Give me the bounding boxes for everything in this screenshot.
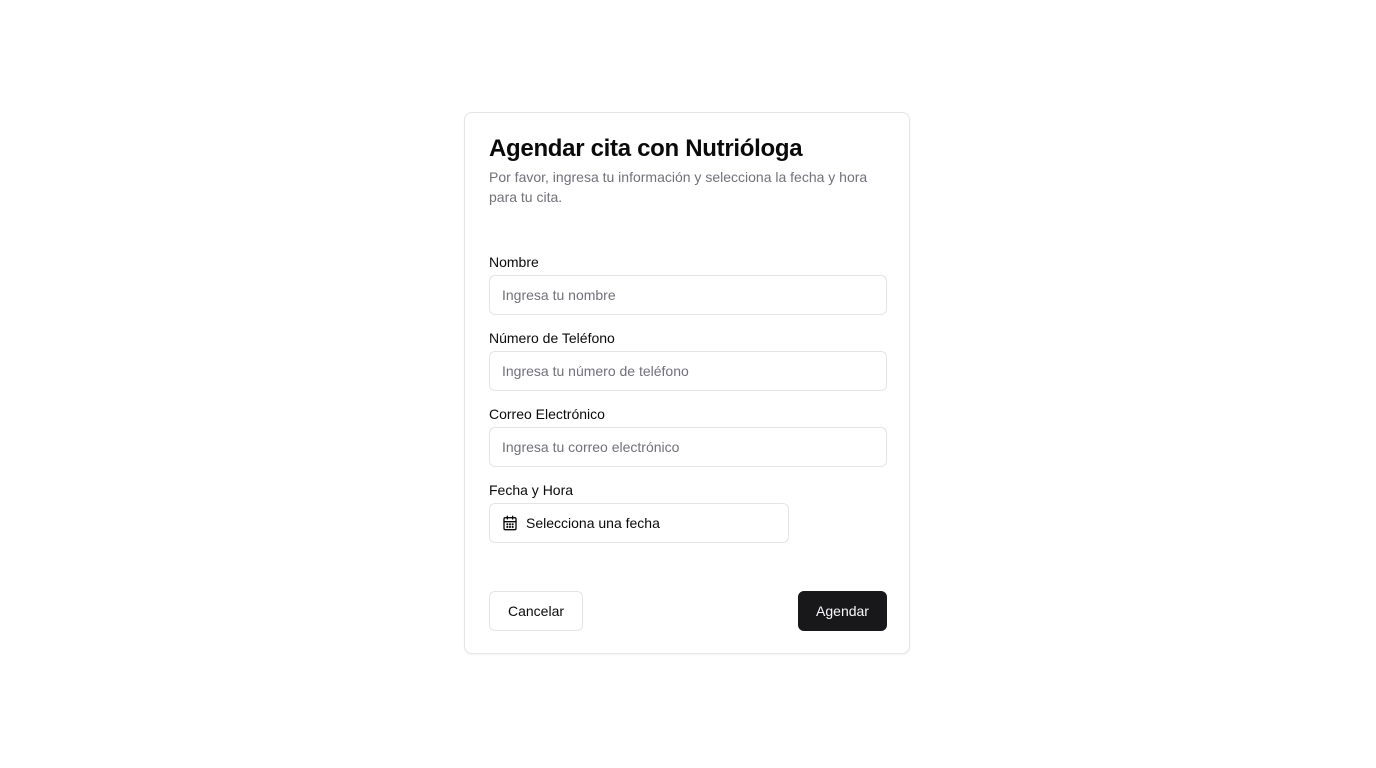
form-description: Por favor, ingresa tu información y sele… — [489, 169, 868, 205]
form-title: Agendar cita con Nutrióloga — [489, 135, 803, 162]
name-label: Nombre — [489, 254, 539, 270]
date-picker-button[interactable]: Selecciona una fecha — [489, 503, 789, 543]
submit-button[interactable]: Agendar — [798, 591, 887, 631]
calendar-icon — [502, 515, 518, 531]
phone-input[interactable] — [489, 351, 887, 391]
name-input[interactable] — [489, 275, 887, 315]
cancel-button[interactable]: Cancelar — [489, 591, 583, 631]
datetime-label: Fecha y Hora — [489, 482, 574, 498]
phone-label: Número de Teléfono — [489, 330, 615, 346]
date-picker-text: Selecciona una fecha — [526, 515, 660, 531]
email-input[interactable] — [489, 427, 887, 467]
appointment-card: Agendar cita con Nutrióloga Por favor, i… — [464, 112, 910, 654]
email-label: Correo Electrónico — [489, 406, 605, 422]
